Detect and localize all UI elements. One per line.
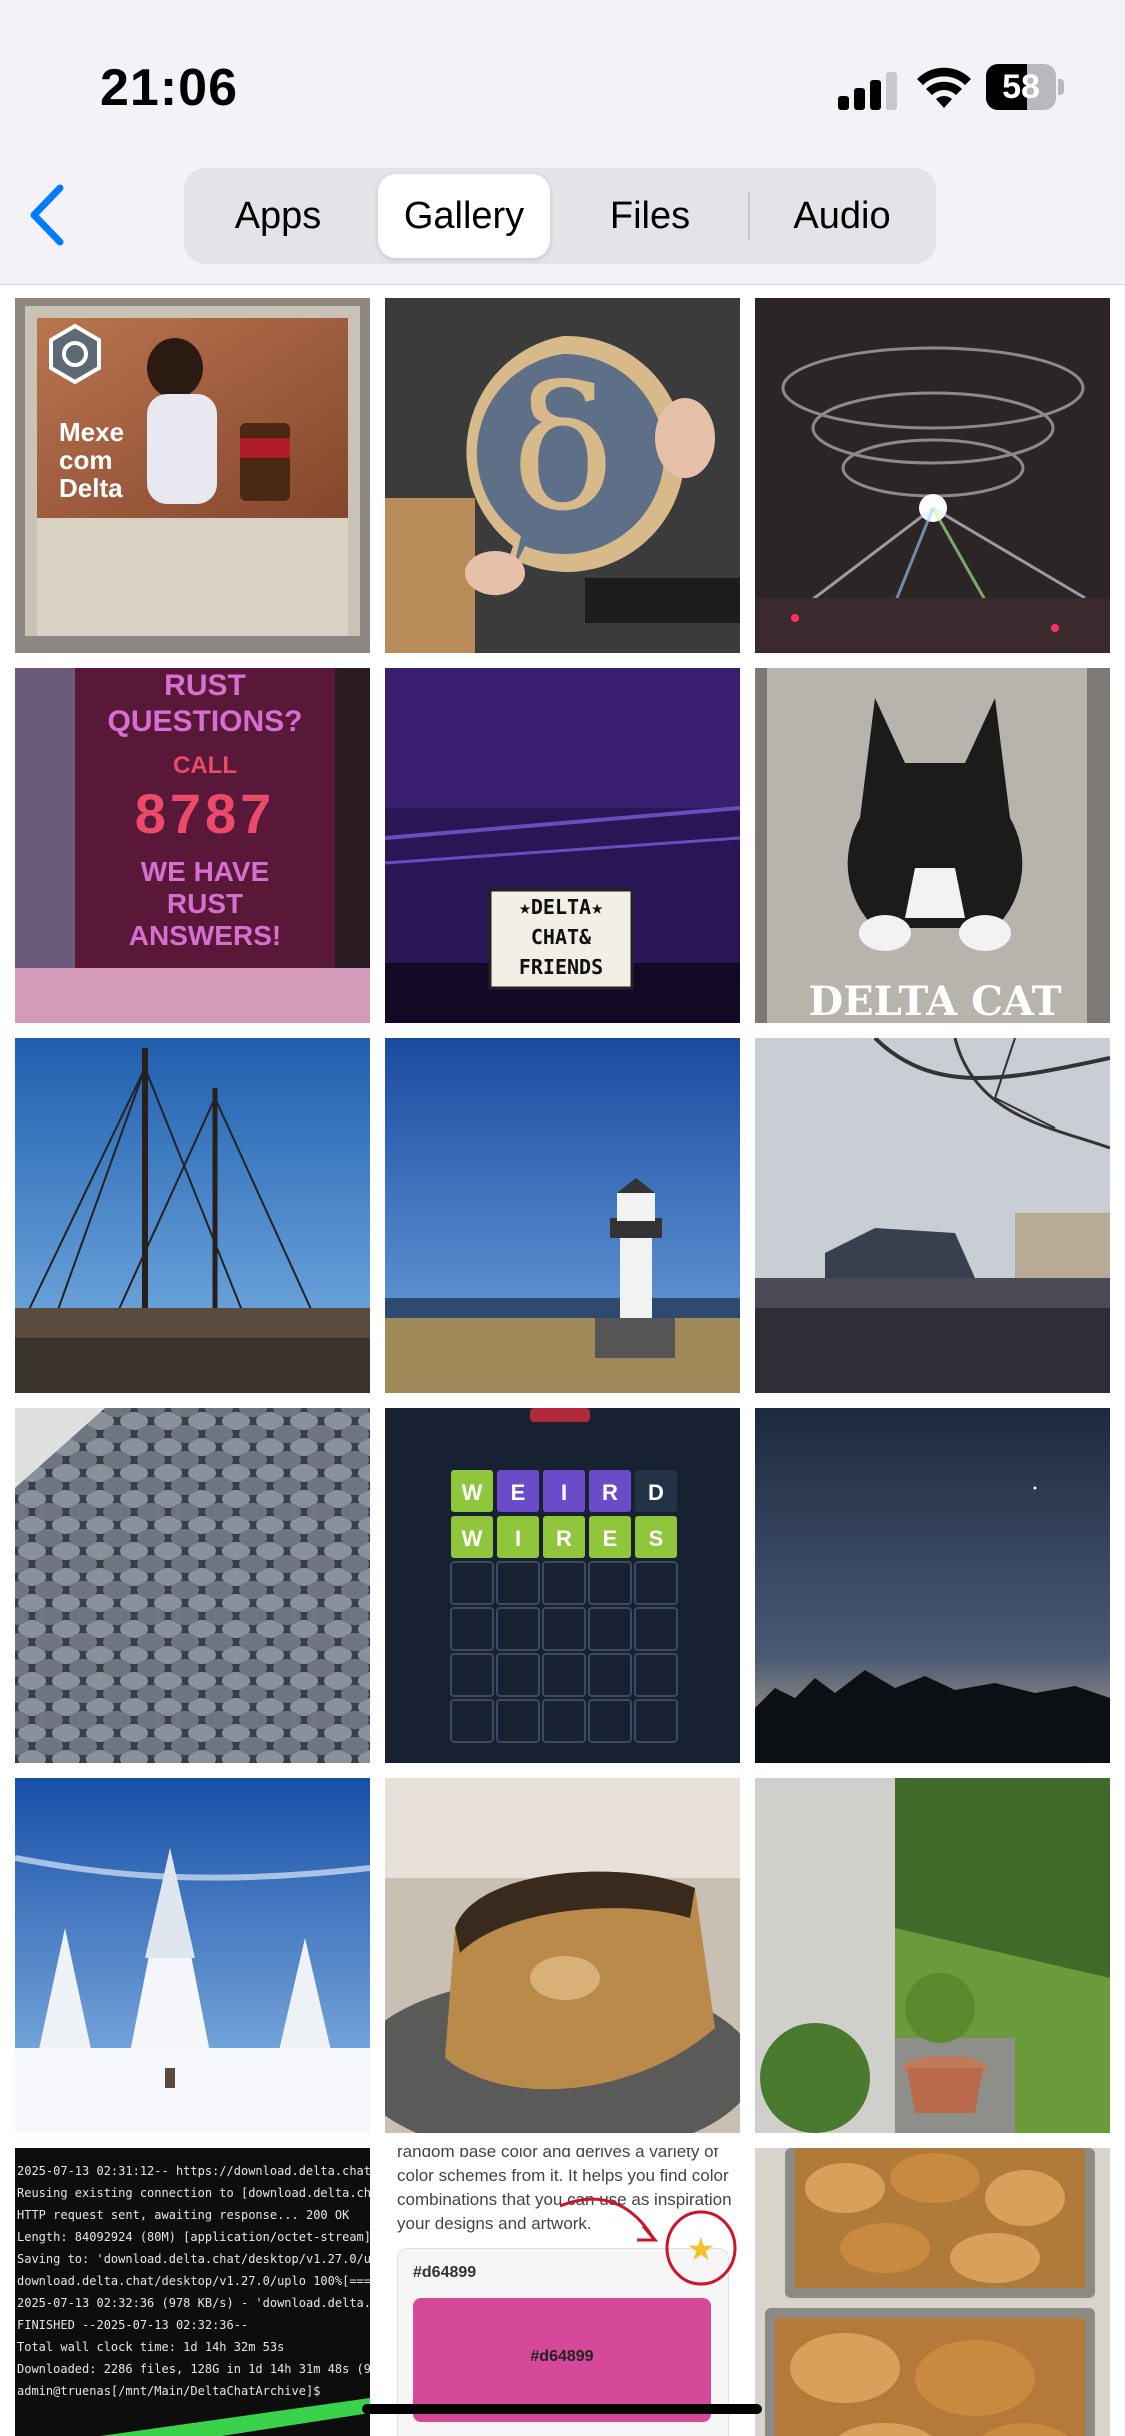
terminal-line: FINISHED --2025-07-13 02:32:36-- [17, 2318, 249, 2332]
home-indicator [362, 2404, 762, 2414]
terminal-line: Downloaded: 2286 files, 128G in 1d 14h 3… [17, 2362, 370, 2376]
terminal-line: download.delta.chat/desktop/v1.27.0/uplo… [17, 2274, 370, 2288]
poster-text: Delta [59, 473, 123, 503]
terminal-line: admin@truenas[/mnt/Main/DeltaChatArchive… [17, 2384, 321, 2398]
word-game-letter: R [602, 1480, 618, 1505]
gallery-thumbnail[interactable] [755, 1408, 1110, 1763]
tab-files[interactable]: Files [562, 174, 738, 258]
terminal-line: Saving to: 'download.delta.chat/desktop/… [17, 2252, 370, 2266]
poster-text: WE HAVE [140, 856, 270, 887]
word-game-letter: I [515, 1526, 521, 1551]
gallery-thumbnail[interactable] [15, 1778, 370, 2133]
chevron-left-icon[interactable] [20, 180, 80, 250]
terminal-line: Total wall clock time: 1d 14h 32m 53s [17, 2340, 285, 2354]
terminal-line: Length: 84092924 (80M) [application/octe… [17, 2230, 370, 2244]
gallery-thumbnail[interactable] [15, 1408, 370, 1763]
gallery-thumbnail[interactable] [755, 298, 1110, 653]
tab-apps[interactable]: Apps [190, 174, 366, 258]
poster-text: com [59, 445, 113, 475]
navigation-bar: Apps Gallery Files Audio [0, 150, 1125, 285]
lightbox-text: FRIENDS [518, 955, 604, 979]
word-game-letter: W [462, 1480, 483, 1505]
terminal-line: Reusing existing connection to [download… [17, 2186, 370, 2200]
gallery-thumbnail[interactable] [755, 1778, 1110, 2133]
status-bar: 21:06 58 [0, 0, 1125, 150]
word-game-letter: I [561, 1480, 567, 1505]
gallery-thumbnail[interactable] [755, 2148, 1110, 2436]
segment-divider [748, 192, 750, 240]
gallery-thumbnail[interactable] [15, 1038, 370, 1393]
gallery-thumbnail[interactable]: ★DELTA★ CHAT& FRIENDS [385, 668, 740, 1023]
battery-icon: 58 [986, 64, 1064, 110]
media-type-segmented-control: Apps Gallery Files Audio [184, 168, 936, 264]
gallery-thumbnail[interactable]: 2025-07-13 02:31:12-- https://download.d… [15, 2148, 370, 2436]
poster-text: DELTA CAT [808, 978, 1062, 1023]
tab-gallery[interactable]: Gallery [378, 174, 550, 258]
gallery-thumbnail[interactable]: random base color and derives a variety … [385, 2148, 740, 2436]
tab-audio[interactable]: Audio [754, 174, 930, 258]
poster-text: CALL [173, 752, 237, 779]
word-game-letter: E [603, 1526, 618, 1551]
gallery-thumbnail[interactable]: Mexe com Delta [15, 298, 370, 653]
gallery-thumbnail[interactable]: δ [385, 298, 740, 653]
word-game-letter: R [556, 1526, 572, 1551]
gallery-thumbnail[interactable] [755, 1038, 1110, 1393]
gallery-thumbnail[interactable]: DELTA CAT [755, 668, 1110, 1023]
word-game-letter: D [648, 1480, 664, 1505]
poster-text: QUESTIONS? [107, 705, 303, 738]
poster-text: Mexe [59, 417, 125, 447]
lightbox-text: ★DELTA★ [518, 895, 604, 919]
star-icon: ★ [687, 2230, 716, 2268]
word-game-letter: S [649, 1526, 664, 1551]
wifi-icon [917, 67, 971, 108]
poster-text: RUST [164, 669, 246, 702]
terminal-line: HTTP request sent, awaiting response... … [17, 2208, 350, 2222]
terminal-line: 2025-07-13 02:31:12-- https://download.d… [17, 2164, 370, 2178]
lightbox-text: CHAT& [530, 925, 592, 949]
poster-text: 8787 [134, 782, 276, 845]
status-time: 21:06 [100, 59, 238, 117]
poster-text: ANSWERS! [128, 920, 282, 951]
gallery-grid: Mexe com Delta δ RUST QUESTIONS? CALL 87… [0, 285, 1125, 2436]
terminal-line: 2025-07-13 02:32:36 (978 KB/s) - 'downlo… [17, 2296, 370, 2310]
terminal-output: 2025-07-13 02:31:12-- https://download.d… [17, 2160, 370, 2402]
signal-icon [838, 70, 898, 110]
word-game-letter: W [462, 1526, 483, 1551]
poster-text: RUST [166, 888, 244, 919]
word-game-letter: E [511, 1480, 526, 1505]
gallery-thumbnail[interactable]: RUST QUESTIONS? CALL 8787 WE HAVE RUST A… [15, 668, 370, 1023]
gallery-thumbnail[interactable] [385, 1778, 740, 2133]
svg-text:δ: δ [512, 351, 614, 549]
battery-percent: 58 [1002, 68, 1040, 106]
gallery-thumbnail[interactable]: WEIRDWIRES [385, 1408, 740, 1763]
gallery-thumbnail[interactable] [385, 1038, 740, 1393]
